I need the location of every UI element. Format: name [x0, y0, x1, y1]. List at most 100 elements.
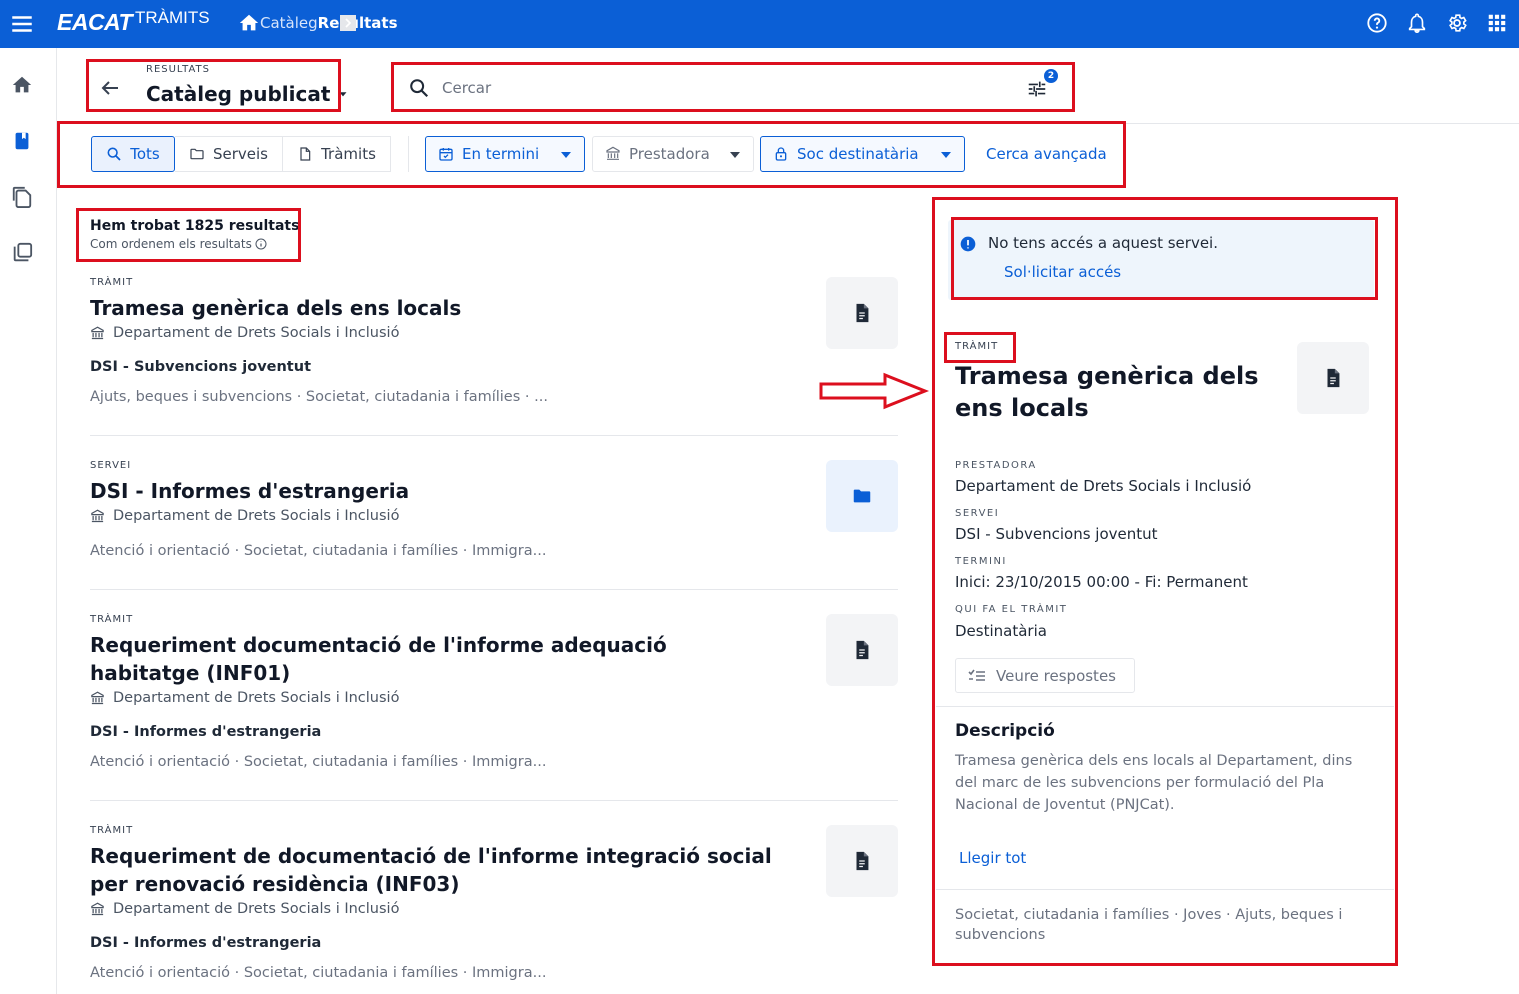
- hamburger-menu-icon[interactable]: [9, 11, 35, 37]
- caret-down-icon: [730, 152, 740, 158]
- item-type-tile: [826, 614, 898, 686]
- info-icon: [255, 238, 267, 250]
- item-service: DSI - Informes d'estrangeria: [90, 724, 322, 740]
- copies-icon[interactable]: [11, 242, 33, 264]
- item-kind: TRÀMIT: [90, 825, 134, 836]
- item-department-label: Departament de Drets Socials i Inclusió: [113, 901, 400, 917]
- access-notice: No tens accés a aquest servei. Sol·licit…: [948, 220, 1374, 300]
- filter-provider[interactable]: Prestadora: [592, 136, 754, 172]
- item-department: Departament de Drets Socials i Inclusió: [90, 901, 399, 917]
- bell-icon[interactable]: [1406, 12, 1428, 34]
- item-tags: Atenció i orientació · Societat, ciutada…: [90, 543, 547, 559]
- app-logo[interactable]: EACAT TRÀMITS: [57, 8, 210, 38]
- segment-all-label: Tots: [130, 145, 160, 163]
- institution-icon: [606, 146, 620, 160]
- view-answers-label: Veure respostes: [996, 666, 1116, 685]
- caret-down-icon: [339, 92, 347, 97]
- gear-icon[interactable]: [1446, 12, 1468, 34]
- item-tags: Atenció i orientació · Societat, ciutada…: [90, 965, 547, 981]
- panel-divider: [936, 706, 1394, 707]
- catalog-selector[interactable]: Catàleg publicat: [146, 82, 350, 106]
- advanced-search-link[interactable]: Cerca avançada: [986, 145, 1107, 163]
- breadcrumb-results: Resultats: [317, 14, 398, 32]
- description-text: Tramesa genèrica dels ens locals al Depa…: [955, 753, 1353, 813]
- filter-in-term[interactable]: En termini: [425, 136, 585, 172]
- document-filled-icon: [1327, 368, 1340, 388]
- results-count: Hem trobat 1825 resultats: [90, 218, 300, 234]
- access-notice-text: No tens accés a aquest servei.: [988, 234, 1218, 252]
- institution-icon: [91, 509, 104, 522]
- lock-icon: [775, 147, 787, 161]
- list-divider: [90, 800, 898, 801]
- item-title[interactable]: Requeriment documentació de l'informe ad…: [90, 631, 780, 687]
- home-icon[interactable]: [11, 74, 33, 96]
- header-divider: [58, 123, 1519, 124]
- documents-icon[interactable]: [11, 186, 33, 208]
- segment-all[interactable]: Tots: [91, 136, 175, 172]
- home-icon[interactable]: [238, 12, 260, 34]
- breadcrumb-catalog[interactable]: Catàleg: [260, 14, 318, 32]
- view-answers-button[interactable]: Veure respostes: [955, 658, 1135, 693]
- sidebar: [0, 48, 57, 994]
- item-department-label: Departament de Drets Socials i Inclusió: [113, 325, 400, 341]
- checklist-icon: [968, 669, 985, 681]
- request-access-link[interactable]: Sol·licitar accés: [1004, 263, 1121, 281]
- who-value: Destinatària: [955, 622, 1047, 640]
- calendar-check-icon: [439, 148, 453, 161]
- info-filled-icon: [960, 236, 976, 252]
- folder-icon: [190, 148, 204, 160]
- term-label: TERMINI: [955, 556, 1007, 567]
- chevron-right-icon: [340, 15, 356, 31]
- list-item[interactable]: TRÀMIT Requeriment de documentació de l'…: [90, 824, 898, 989]
- filter-provider-label: Prestadora: [629, 145, 710, 163]
- apps-grid-icon[interactable]: [1486, 12, 1508, 34]
- filter-in-term-label: En termini: [462, 145, 540, 163]
- item-department: Departament de Drets Socials i Inclusió: [90, 690, 399, 706]
- results-sort-label: Com ordenem els resultats: [90, 237, 252, 251]
- item-department: Departament de Drets Socials i Inclusió: [90, 508, 399, 524]
- folder-filled-icon: [853, 489, 871, 503]
- item-type-tile: [826, 277, 898, 349]
- item-tags: Atenció i orientació · Societat, ciutada…: [90, 754, 547, 770]
- item-title[interactable]: Requeriment de documentació de l'informe…: [90, 842, 780, 898]
- segment-services[interactable]: Serveis: [175, 136, 283, 172]
- item-service: DSI - Subvencions joventut: [90, 359, 311, 375]
- item-title[interactable]: Tramesa genèrica dels ens locals: [90, 294, 780, 322]
- help-icon[interactable]: [1366, 12, 1388, 34]
- logo-sub: TRÀMITS: [135, 8, 210, 27]
- filter-count-badge: 2: [1044, 69, 1058, 83]
- item-tags: Ajuts, beques i subvencions · Societat, …: [90, 389, 548, 405]
- institution-icon: [91, 902, 104, 915]
- item-kind: SERVEI: [90, 460, 132, 471]
- item-kind: TRÀMIT: [90, 277, 134, 288]
- search-bar: 2: [398, 68, 1068, 108]
- catalog-book-icon[interactable]: [11, 130, 33, 152]
- top-bar: EACAT TRÀMITS Catàleg Resultats: [0, 0, 1519, 48]
- detail-kind: TRÀMIT: [955, 341, 999, 352]
- caret-down-icon: [941, 152, 951, 158]
- back-arrow-icon[interactable]: [98, 76, 122, 100]
- search-input[interactable]: [442, 74, 1002, 102]
- item-type-tile: [826, 825, 898, 897]
- filter-divider: [408, 136, 409, 172]
- provider-value: Departament de Drets Socials i Inclusió: [955, 477, 1252, 495]
- filter-settings-icon[interactable]: [1026, 78, 1048, 100]
- segment-services-label: Serveis: [212, 145, 268, 163]
- segment-procedures[interactable]: Tràmits: [283, 136, 391, 172]
- search-icon: [107, 147, 121, 161]
- service-value: DSI - Subvencions joventut: [955, 525, 1158, 543]
- detail-type-tile: [1297, 342, 1369, 414]
- results-sort-info[interactable]: Com ordenem els resultats: [90, 237, 267, 251]
- filter-recipient-label: Soc destinatària: [797, 145, 919, 163]
- annotation-box-results-count: [76, 208, 301, 262]
- filter-recipient[interactable]: Soc destinatària: [760, 136, 965, 172]
- read-all-link[interactable]: Llegir tot: [959, 849, 1026, 867]
- item-title[interactable]: DSI - Informes d'estrangeria: [90, 477, 780, 505]
- list-item[interactable]: TRÀMIT Tramesa genèrica dels ens locals …: [90, 276, 898, 416]
- list-item[interactable]: TRÀMIT Requeriment documentació de l'inf…: [90, 613, 898, 783]
- document-filled-icon: [856, 303, 869, 323]
- item-kind: TRÀMIT: [90, 614, 134, 625]
- description-heading: Descripció: [955, 721, 1055, 741]
- document-icon: [300, 147, 311, 161]
- list-item[interactable]: SERVEI DSI - Informes d'estrangeria Depa…: [90, 459, 898, 569]
